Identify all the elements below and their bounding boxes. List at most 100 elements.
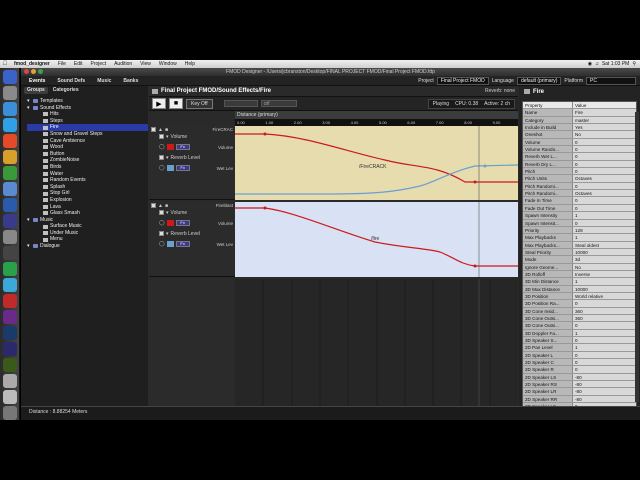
param-name-select[interactable]: [223, 100, 258, 107]
property-value[interactable]: Octaves: [573, 190, 636, 196]
property-row[interactable]: Steal Priority 10000: [523, 248, 636, 257]
property-row[interactable]: Max Playbacks... Steal oldest: [523, 241, 636, 249]
lock-icon[interactable]: ■: [165, 127, 168, 133]
menu-view[interactable]: View: [136, 61, 155, 67]
expand-icon[interactable]: ▾: [27, 105, 31, 112]
finder-icon[interactable]: [3, 70, 17, 84]
app-blue-icon[interactable]: [3, 198, 17, 212]
volume-checkbox[interactable]: [159, 134, 164, 139]
parameter-bar[interactable]: Distance (primary) 0.00 1.00 2.00 3.00 4.00 5…: [235, 111, 518, 126]
property-value[interactable]: 0: [573, 300, 636, 306]
tree-event[interactable]: Lava: [27, 204, 148, 211]
tree-folder[interactable]: ▾ Music: [27, 217, 148, 224]
property-row[interactable]: 3D Cone Outsi... 360: [523, 314, 636, 323]
tree-event[interactable]: Cave Ambience: [27, 138, 148, 145]
chevron-down-icon[interactable]: ▾: [166, 134, 169, 140]
property-value[interactable]: master: [573, 117, 636, 123]
property-row[interactable]: 2D Speaker RS -80: [523, 381, 636, 389]
property-value[interactable]: 10000: [573, 249, 636, 255]
tree-event[interactable]: ZombieNoise: [27, 157, 148, 164]
volume-checkbox[interactable]: [159, 210, 164, 215]
property-row[interactable]: Spawn Intensit... 0: [523, 219, 636, 227]
property-row[interactable]: Pitch Randomi... Octaves: [523, 190, 636, 198]
column-header-property[interactable]: Property: [523, 102, 573, 109]
property-value[interactable]: -80: [573, 374, 636, 380]
property-row[interactable]: 2D Speaker LR -80: [523, 388, 636, 396]
property-value[interactable]: -80: [573, 381, 636, 387]
platform-select[interactable]: PC: [586, 76, 636, 85]
empty-layer-area[interactable]: [235, 279, 518, 406]
property-row[interactable]: 2D Speaker LS -80: [523, 373, 636, 382]
layer-1-sound-region[interactable]: [235, 126, 518, 200]
property-row[interactable]: 3D Position World relative: [523, 292, 636, 301]
tab-categories[interactable]: Categories: [50, 87, 82, 94]
play-button[interactable]: ▶: [152, 98, 166, 109]
key-off-button[interactable]: Key Off: [186, 98, 213, 109]
property-row[interactable]: 2D Speaker L0: [523, 351, 636, 360]
layer-1-envelope-svg[interactable]: /FireCRACK: [235, 126, 519, 200]
chevron-down-icon[interactable]: ▾: [166, 231, 169, 237]
chrome-icon[interactable]: [3, 150, 17, 164]
tree-folder[interactable]: ▾ Dialogue: [27, 243, 148, 250]
tree-event[interactable]: Wood: [27, 144, 148, 151]
envelope-point[interactable]: [263, 206, 267, 210]
layer-enable-checkbox[interactable]: [151, 127, 156, 132]
property-value[interactable]: Yes: [573, 124, 636, 130]
property-value[interactable]: -80: [573, 388, 636, 394]
envelope-point[interactable]: [483, 164, 487, 168]
property-row[interactable]: 3D Max Distance 10000: [523, 285, 636, 293]
property-row[interactable]: Ignore Geome... No: [523, 263, 636, 271]
launchpad-icon[interactable]: [3, 86, 17, 100]
folder2-icon[interactable]: [3, 390, 17, 404]
reverb-fx-button[interactable]: Fx: [175, 241, 190, 247]
property-value[interactable]: 0: [573, 168, 636, 174]
property-value[interactable]: 0: [573, 139, 636, 145]
property-value[interactable]: No: [573, 264, 636, 270]
property-row[interactable]: Mode 3d: [523, 256, 636, 264]
property-value[interactable]: 1: [573, 330, 636, 336]
property-row[interactable]: 3D Speaker S... 0: [523, 337, 636, 345]
property-value[interactable]: 10000: [573, 286, 636, 292]
layer-1-envelope-area[interactable]: /FireCRACK: [235, 126, 519, 200]
apple-icon[interactable]: : [0, 61, 10, 67]
property-row[interactable]: Pitch 0: [523, 168, 636, 176]
property-value[interactable]: 0: [573, 161, 636, 167]
reverb-checkbox[interactable]: [159, 231, 164, 236]
property-row[interactable]: Volume 0: [523, 138, 636, 147]
property-value[interactable]: 360: [573, 308, 636, 314]
tree-folder[interactable]: ▾ Templates: [27, 98, 148, 105]
tree-event[interactable]: Menu: [27, 236, 148, 243]
property-row[interactable]: 3D Position Ra... 0: [523, 300, 636, 308]
menu-audition[interactable]: Audition: [110, 61, 136, 67]
tab-sound-defs[interactable]: Sound Defs: [53, 77, 89, 85]
envelope-point[interactable]: [473, 264, 477, 268]
clock[interactable]: Sat 1:03 PM: [602, 61, 630, 67]
folder-icon[interactable]: [3, 374, 17, 388]
tree-folder[interactable]: ▾ Sound Effects: [27, 105, 148, 112]
property-row[interactable]: 3D Doppler Fa... 1: [523, 329, 636, 337]
tree-event[interactable]: Glass Smash: [27, 210, 148, 217]
photoshop-icon[interactable]: [3, 326, 17, 340]
parameter-ruler[interactable]: 0.00 1.00 2.00 3.00 4.00 5.00 6.00 7.00 8.00 9.00: [235, 119, 518, 126]
property-value[interactable]: World relative: [573, 293, 636, 299]
layer-2-envelope-svg[interactable]: /fire: [235, 202, 518, 277]
property-value[interactable]: 1: [573, 212, 636, 218]
language-select[interactable]: default (primary): [516, 76, 562, 85]
zoom-icon[interactable]: [38, 69, 43, 74]
envelope-point[interactable]: [263, 132, 267, 136]
property-value[interactable]: 0: [573, 197, 636, 203]
stop-button[interactable]: ■: [169, 98, 183, 109]
param-value-select[interactable]: Off: [260, 100, 297, 107]
tree-event[interactable]: Fire: [27, 124, 148, 131]
app-dark-icon[interactable]: [3, 246, 17, 260]
chevron-down-icon[interactable]: ▾: [166, 210, 169, 216]
tree-event[interactable]: Random Events: [27, 177, 148, 184]
property-value[interactable]: 360: [573, 315, 636, 321]
property-row[interactable]: Oneshot No: [523, 131, 636, 139]
volume-fx-button[interactable]: Fx: [175, 220, 190, 226]
tree-event[interactable]: Under Music: [27, 230, 148, 237]
property-value[interactable]: 0: [573, 153, 636, 159]
property-value[interactable]: 0: [573, 220, 636, 226]
tree-event[interactable]: Splash: [27, 184, 148, 191]
ical-icon[interactable]: [3, 182, 17, 196]
